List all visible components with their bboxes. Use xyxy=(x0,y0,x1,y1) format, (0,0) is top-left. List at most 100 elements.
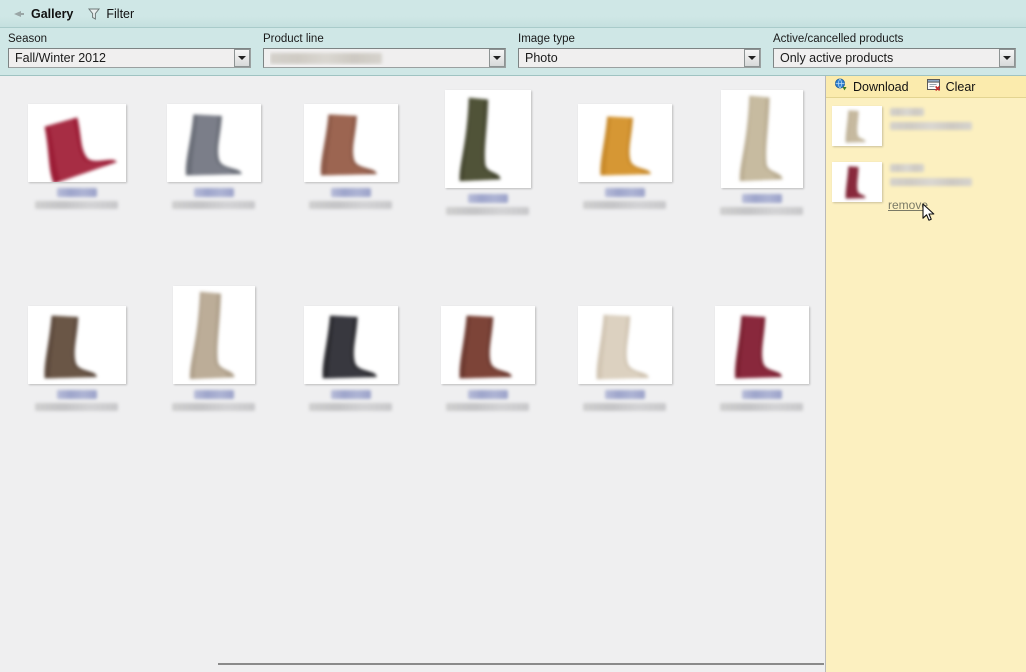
horizontal-scrollbar[interactable] xyxy=(0,655,824,672)
gallery-item-title-redacted[interactable] xyxy=(193,390,234,399)
gallery-item-title-redacted[interactable] xyxy=(330,188,371,197)
product-image[interactable] xyxy=(172,286,255,384)
product-image[interactable] xyxy=(27,306,126,384)
product-image[interactable] xyxy=(303,306,398,384)
product-image[interactable] xyxy=(27,104,126,182)
product-image[interactable] xyxy=(577,104,672,182)
download-button-label: Download xyxy=(853,79,909,94)
product-image[interactable] xyxy=(166,104,261,182)
gallery-item-title-redacted[interactable] xyxy=(56,188,97,197)
gallery-item[interactable] xyxy=(556,306,693,411)
boot-illustration xyxy=(844,109,866,146)
tab-gallery-label: Gallery xyxy=(31,6,74,21)
gallery-grid xyxy=(0,76,824,655)
gallery-item[interactable] xyxy=(693,90,824,215)
gallery-item-title-redacted[interactable] xyxy=(467,194,508,203)
gallery-item-thumbnail[interactable] xyxy=(556,306,693,384)
gallery-item-title-redacted[interactable] xyxy=(467,390,508,399)
cart-item-meta xyxy=(890,104,1020,130)
gallery-item-description-redacted xyxy=(172,201,255,209)
boot-illustration xyxy=(592,312,650,384)
boot-illustration xyxy=(316,112,378,181)
gallery-item-title-redacted[interactable] xyxy=(741,194,782,203)
chevron-down-icon[interactable] xyxy=(489,49,505,67)
gallery-item-title-redacted[interactable] xyxy=(604,188,645,197)
gallery-item-description-redacted xyxy=(35,201,118,209)
season-dropdown[interactable]: Fall/Winter 2012 xyxy=(8,48,251,68)
filter-label-image-type: Image type xyxy=(518,33,575,45)
cart-item-remove-link[interactable]: remove xyxy=(888,198,928,212)
gallery-item-title-redacted[interactable] xyxy=(604,390,645,399)
cart-item-description-redacted xyxy=(890,178,972,186)
chevron-down-icon[interactable] xyxy=(999,49,1015,67)
gallery-item-thumbnail[interactable] xyxy=(419,306,556,384)
boot-illustration xyxy=(735,94,783,187)
boot-illustration xyxy=(596,114,652,181)
gallery-item-caption xyxy=(8,390,145,411)
gallery-item-caption xyxy=(693,390,824,411)
active-cancelled-dropdown[interactable]: Only active products xyxy=(773,48,1016,68)
cart-item-description-redacted xyxy=(890,122,972,130)
gallery-item[interactable] xyxy=(145,286,282,411)
gallery-item-thumbnail[interactable] xyxy=(556,104,693,182)
cart-item-title-redacted[interactable] xyxy=(890,164,924,172)
gallery-item-description-redacted xyxy=(446,403,529,411)
filter-field-product-line: Product line xyxy=(263,33,506,68)
gallery-item-caption xyxy=(556,188,693,209)
tab-strip: Gallery Filter xyxy=(0,0,1026,28)
gallery-item-thumbnail[interactable] xyxy=(145,286,282,384)
gallery-item[interactable] xyxy=(556,104,693,209)
gallery-item-thumbnail[interactable] xyxy=(693,90,824,188)
gallery-item-thumbnail[interactable] xyxy=(8,306,145,384)
download-button[interactable]: Download xyxy=(834,78,909,95)
gallery-item-thumbnail[interactable] xyxy=(419,90,556,188)
image-type-dropdown[interactable]: Photo xyxy=(518,48,761,68)
window-clear-icon xyxy=(926,78,941,95)
gallery-item[interactable] xyxy=(8,306,145,411)
selection-cart-panel: Download Clear remove xyxy=(825,76,1026,672)
tab-filter[interactable]: Filter xyxy=(83,1,144,27)
gallery-item-title-redacted[interactable] xyxy=(193,188,234,197)
gallery-item[interactable] xyxy=(145,104,282,209)
product-image[interactable] xyxy=(303,104,398,182)
product-image[interactable] xyxy=(714,306,809,384)
chevron-down-icon[interactable] xyxy=(234,49,250,67)
filter-field-image-type: Image type Photo xyxy=(518,33,761,68)
cart-item[interactable] xyxy=(826,104,1026,160)
scrollbar-thumb[interactable] xyxy=(218,663,824,665)
chevron-down-icon[interactable] xyxy=(744,49,760,67)
product-image[interactable] xyxy=(440,306,535,384)
gallery-item-caption xyxy=(145,188,282,209)
product-line-dropdown-value xyxy=(270,51,489,65)
gallery-item-description-redacted xyxy=(446,207,529,215)
boot-illustration xyxy=(455,313,513,384)
gallery-item[interactable] xyxy=(419,90,556,215)
gallery-item-caption xyxy=(8,188,145,209)
gallery-item[interactable] xyxy=(282,104,419,209)
gallery-item-title-redacted[interactable] xyxy=(741,390,782,399)
gallery-item[interactable] xyxy=(8,104,145,209)
gallery-item-thumbnail[interactable] xyxy=(282,104,419,182)
clear-button[interactable]: Clear xyxy=(926,78,975,95)
gallery-item-thumbnail[interactable] xyxy=(8,104,145,182)
tab-gallery[interactable]: Gallery xyxy=(8,1,83,27)
product-image[interactable] xyxy=(444,90,531,188)
filter-field-active-cancelled: Active/cancelled products Only active pr… xyxy=(773,33,1016,68)
gallery-item[interactable] xyxy=(282,306,419,411)
product-image[interactable] xyxy=(720,90,803,188)
gallery-item-thumbnail[interactable] xyxy=(145,104,282,182)
cart-item-title-redacted[interactable] xyxy=(890,108,924,116)
gallery-item-caption xyxy=(145,390,282,411)
product-image[interactable] xyxy=(577,306,672,384)
gallery-item-thumbnail[interactable] xyxy=(693,306,824,384)
gallery-item[interactable] xyxy=(693,306,824,411)
tab-filter-label: Filter xyxy=(106,6,135,21)
gallery-item-title-redacted[interactable] xyxy=(56,390,97,399)
cart-item-thumbnail[interactable] xyxy=(832,162,882,202)
cart-item-thumbnail[interactable] xyxy=(832,106,882,146)
gallery-item-title-redacted[interactable] xyxy=(330,390,371,399)
cart-item[interactable]: remove xyxy=(826,160,1026,216)
gallery-item-thumbnail[interactable] xyxy=(282,306,419,384)
gallery-item[interactable] xyxy=(419,306,556,411)
product-line-dropdown[interactable] xyxy=(263,48,506,68)
